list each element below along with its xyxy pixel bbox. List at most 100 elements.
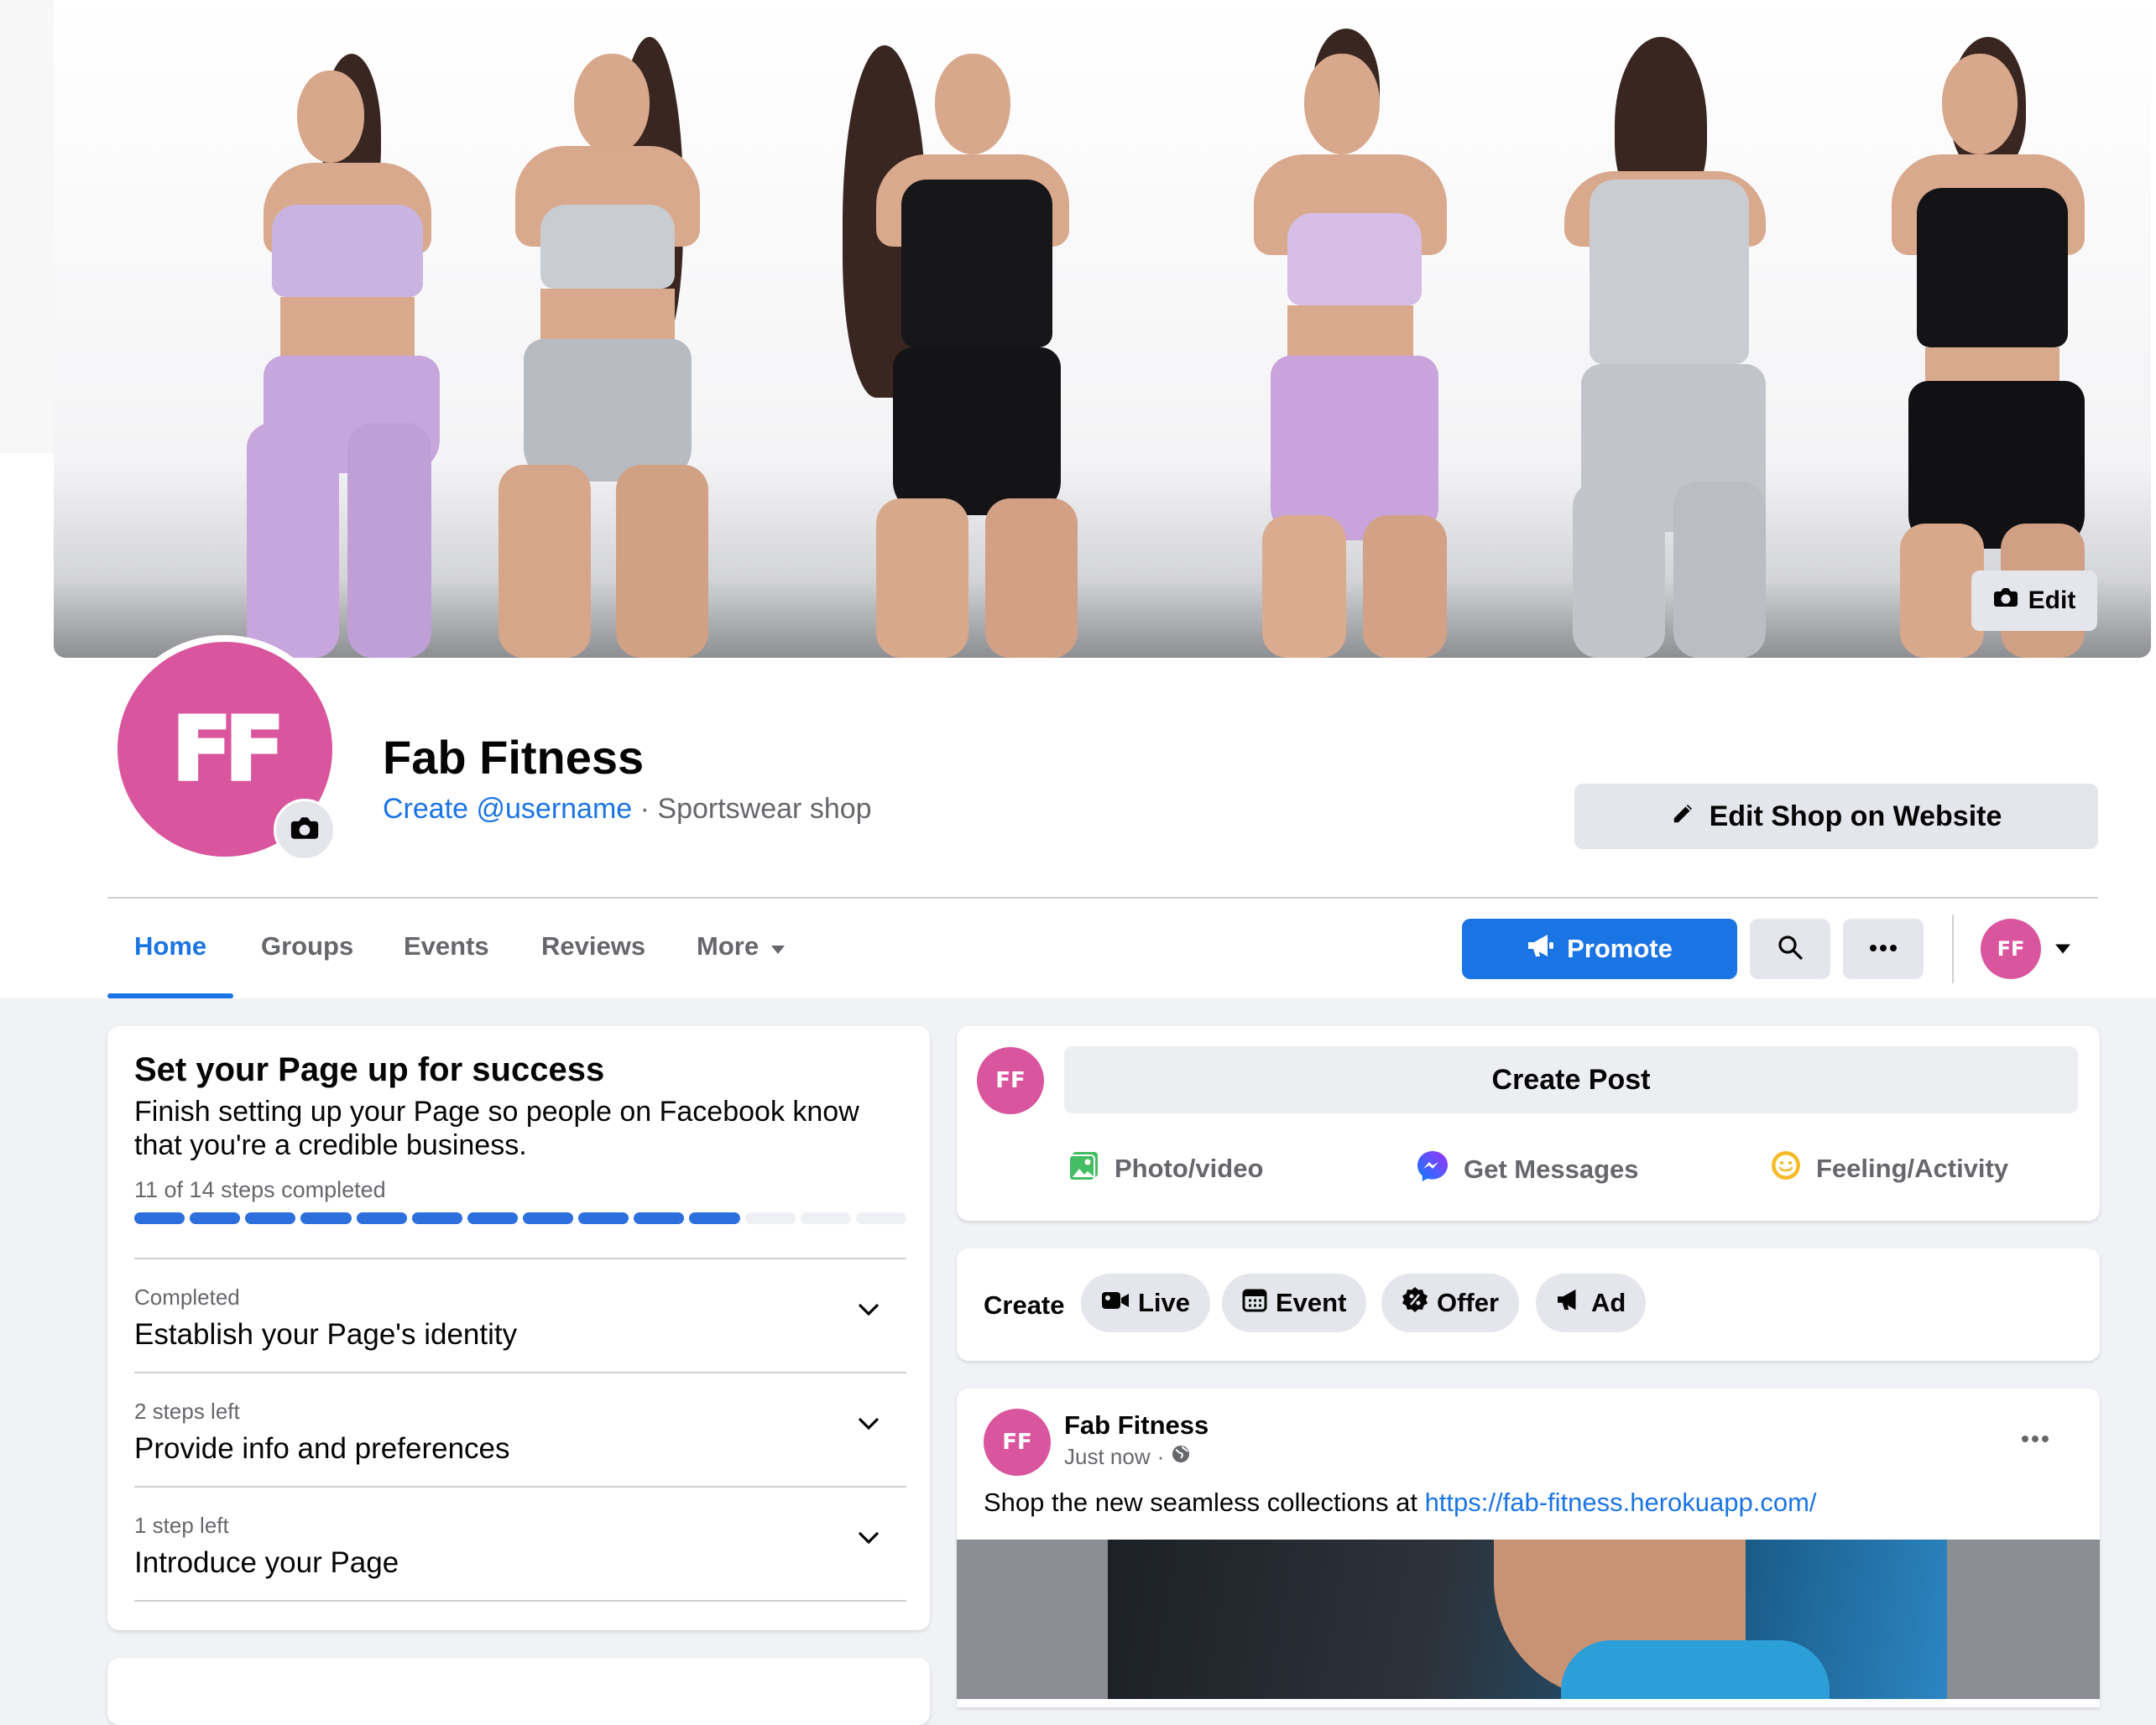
edit-cover-button[interactable]: Edit [1971,571,2097,631]
post-image[interactable] [957,1540,2100,1699]
avatar-monogram: FF [995,1068,1026,1093]
feeling-activity-label: Feeling/Activity [1816,1154,2009,1183]
post-author-name[interactable]: Fab Fitness [1064,1410,1209,1441]
profile-monogram: FF [170,696,286,802]
more-dots-icon [1869,941,1898,956]
update-profile-picture-button[interactable] [274,799,336,861]
cover-model-4 [1195,12,1497,658]
photo-icon [1068,1149,1101,1189]
account-caret-icon[interactable] [2054,943,2071,959]
create-bar-card: Create Live Event Offer Ad [957,1248,2100,1361]
progress-segment [245,1212,296,1224]
cover-photo[interactable]: Edit [54,0,2151,658]
section-title: Establish your Page's identity [134,1318,518,1351]
messenger-icon [1415,1149,1450,1191]
progress-segment [411,1212,462,1224]
subtitle-separator: · [632,793,658,825]
camera-icon [1993,586,2018,615]
section-status: Completed [134,1285,240,1310]
photo-video-label: Photo/video [1115,1154,1264,1183]
get-messages-label: Get Messages [1464,1154,1639,1184]
promote-button[interactable]: Promote [1462,919,1737,979]
section-title: Provide info and preferences [134,1432,510,1465]
search-icon [1777,934,1804,965]
globe-icon [1171,1444,1191,1470]
post-meta: Just now · [1064,1444,1191,1470]
offer-icon [1402,1286,1428,1320]
accordion-divider [134,1600,906,1602]
more-options-button[interactable] [1843,919,1924,979]
progress-segment [578,1212,629,1224]
progress-segment [467,1212,518,1224]
create-post-label: Create Post [1491,1063,1651,1096]
tab-groups[interactable]: Groups [261,931,353,962]
edit-cover-label: Edit [2028,586,2076,614]
post-timestamp[interactable]: Just now [1064,1444,1151,1470]
cover-model-3 [809,12,1128,658]
create-post-button[interactable]: Create Post [1064,1046,2078,1113]
event-label: Event [1276,1288,1347,1317]
setup-section-identity[interactable]: Completed Establish your Page's identity [107,1259,930,1372]
search-button[interactable] [1750,919,1830,979]
post-link[interactable]: https://fab-fitness.herokuapp.com/ [1425,1488,1817,1517]
post-card: FF Fab Fitness Just now · Shop the new s… [957,1389,2100,1707]
progress-segment [689,1212,740,1224]
page-title: Fab Fitness [383,731,645,784]
create-bar-label: Create [984,1290,1065,1320]
create-event-button[interactable]: Event [1222,1274,1367,1332]
cover-model-6 [1850,12,2135,658]
pencil-icon [1671,800,1696,833]
create-post-card: FF Create Post Photo/video Get Messages … [957,1026,2100,1221]
progress-segment [855,1212,906,1224]
photo-video-button[interactable]: Photo/video [1068,1149,1263,1189]
live-video-icon [1101,1288,1130,1318]
get-messages-button[interactable]: Get Messages [1415,1149,1639,1191]
smiley-icon [1769,1149,1803,1189]
composer-avatar[interactable]: FF [977,1047,1044,1114]
post-author-avatar[interactable]: FF [984,1409,1051,1476]
calendar-icon [1242,1287,1267,1319]
live-label: Live [1138,1288,1191,1317]
tab-events[interactable]: Events [404,931,489,962]
create-offer-button[interactable]: Offer [1381,1274,1520,1332]
create-live-button[interactable]: Live [1081,1274,1211,1332]
post-options-icon[interactable] [2021,1432,2049,1447]
tab-reviews[interactable]: Reviews [541,931,645,962]
progress-segment [744,1212,796,1224]
camera-icon [290,816,320,845]
setup-section-introduce[interactable]: 1 step left Introduce your Page [107,1488,930,1600]
progress-segment [800,1212,851,1224]
progress-segment [522,1212,574,1224]
tab-more[interactable]: More [697,931,786,962]
section-status: 1 step left [134,1513,229,1538]
meta-separator: · [1156,1444,1165,1469]
ad-label: Ad [1591,1288,1626,1317]
switch-profile-avatar[interactable]: FF [1981,919,2041,979]
page-setup-card: Set your Page up for success Finish sett… [107,1026,930,1630]
page-subtitle: Create @username · Sportswear shop [383,793,872,826]
setup-description: Finish setting up your Page so people on… [134,1096,859,1161]
post-text: Shop the new seamless collections at htt… [984,1488,1817,1518]
edit-shop-label: Edit Shop on Website [1709,800,2002,832]
setup-section-info[interactable]: 2 steps left Provide info and preference… [107,1373,930,1486]
progress-segment [134,1212,185,1224]
promote-label: Promote [1567,934,1673,963]
megaphone-icon [1556,1288,1583,1318]
tab-home[interactable]: Home [134,931,206,962]
section-status: 2 steps left [134,1399,240,1424]
caret-down-icon [770,931,786,962]
megaphone-icon [1527,933,1555,965]
section-title: Introduce your Page [134,1546,399,1579]
cover-model-2 [448,12,750,658]
chevron-down-icon [858,1531,880,1549]
progress-segment [634,1212,685,1224]
avatar-monogram: FF [1997,937,2025,961]
create-username-link[interactable]: Create @username [383,793,632,825]
edit-shop-button[interactable]: Edit Shop on Website [1574,784,2098,849]
setup-title: Set your Page up for success [134,1051,605,1088]
page-category: Sportswear shop [657,793,872,825]
chevron-down-icon [858,1303,880,1321]
feeling-activity-button[interactable]: Feeling/Activity [1769,1149,2008,1189]
create-ad-button[interactable]: Ad [1536,1274,1647,1332]
offer-label: Offer [1437,1288,1500,1317]
